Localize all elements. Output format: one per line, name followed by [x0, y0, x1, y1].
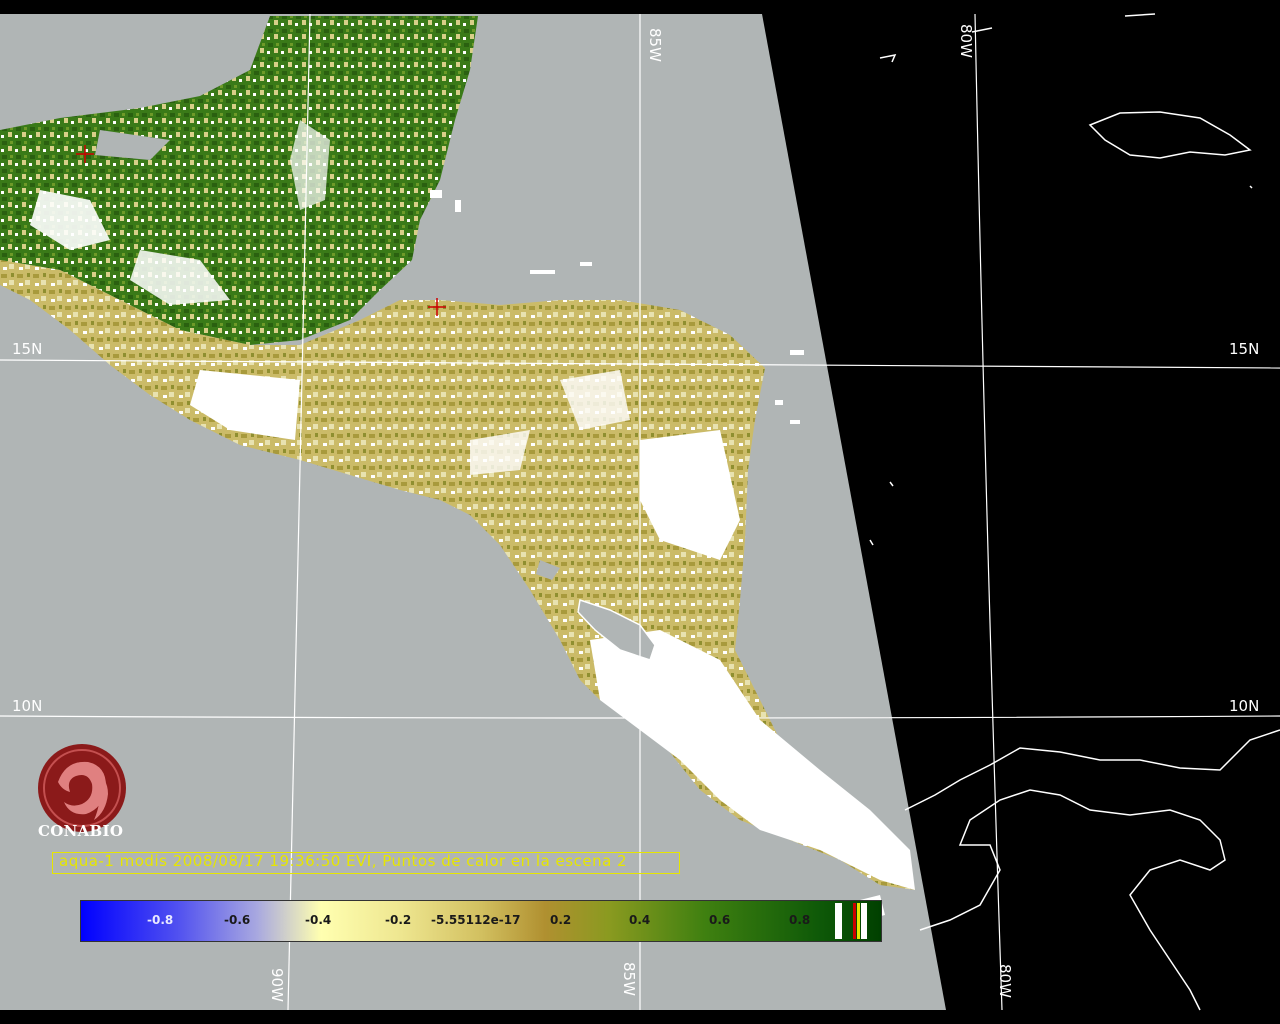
- lat-label-10n-right: 10N: [1229, 697, 1260, 715]
- panama-coastline: [904, 729, 1280, 1011]
- lon-label-85w-top: 85W: [646, 28, 664, 62]
- evi-color-legend: -0.8 -0.6 -0.4 -0.2 -5.55112e-17 0.2 0.4…: [80, 900, 882, 942]
- lat-label-15n-left: 15N: [12, 340, 43, 358]
- small-islands: [869, 13, 1253, 546]
- legend-tick: 0.2: [550, 913, 572, 927]
- legend-tick: -0.8: [147, 913, 174, 927]
- lat-label-15n-right: 15N: [1229, 340, 1260, 358]
- lon-label-85w-bottom: 85W: [620, 962, 638, 996]
- legend-tick: 0.8: [789, 913, 811, 927]
- lon-label-80w-bottom: 80W: [996, 964, 1014, 998]
- legend-tick: -5.55112e-17: [431, 913, 521, 927]
- scene-caption: aqua-1 modis 2008/08/17 19:36:50 EVI, Pu…: [59, 852, 628, 870]
- jamaica-outline: [1088, 111, 1252, 159]
- legend-tick: -0.6: [224, 913, 251, 927]
- legend-tick: -0.2: [385, 913, 412, 927]
- lon-label-80w-top: 80W: [957, 24, 975, 58]
- legend-tick: -0.4: [305, 913, 332, 927]
- map-viewer: 15N 15N 10N 10N 85W 80W 90W 85W 80W CONA…: [0, 0, 1280, 1024]
- legend-tick: 0.4: [629, 913, 651, 927]
- lat-label-10n-left: 10N: [12, 697, 43, 715]
- lon-label-90w-bottom: 90W: [268, 968, 286, 1002]
- conabio-logo-text: CONABIO: [38, 822, 124, 840]
- legend-tick: 0.6: [709, 913, 731, 927]
